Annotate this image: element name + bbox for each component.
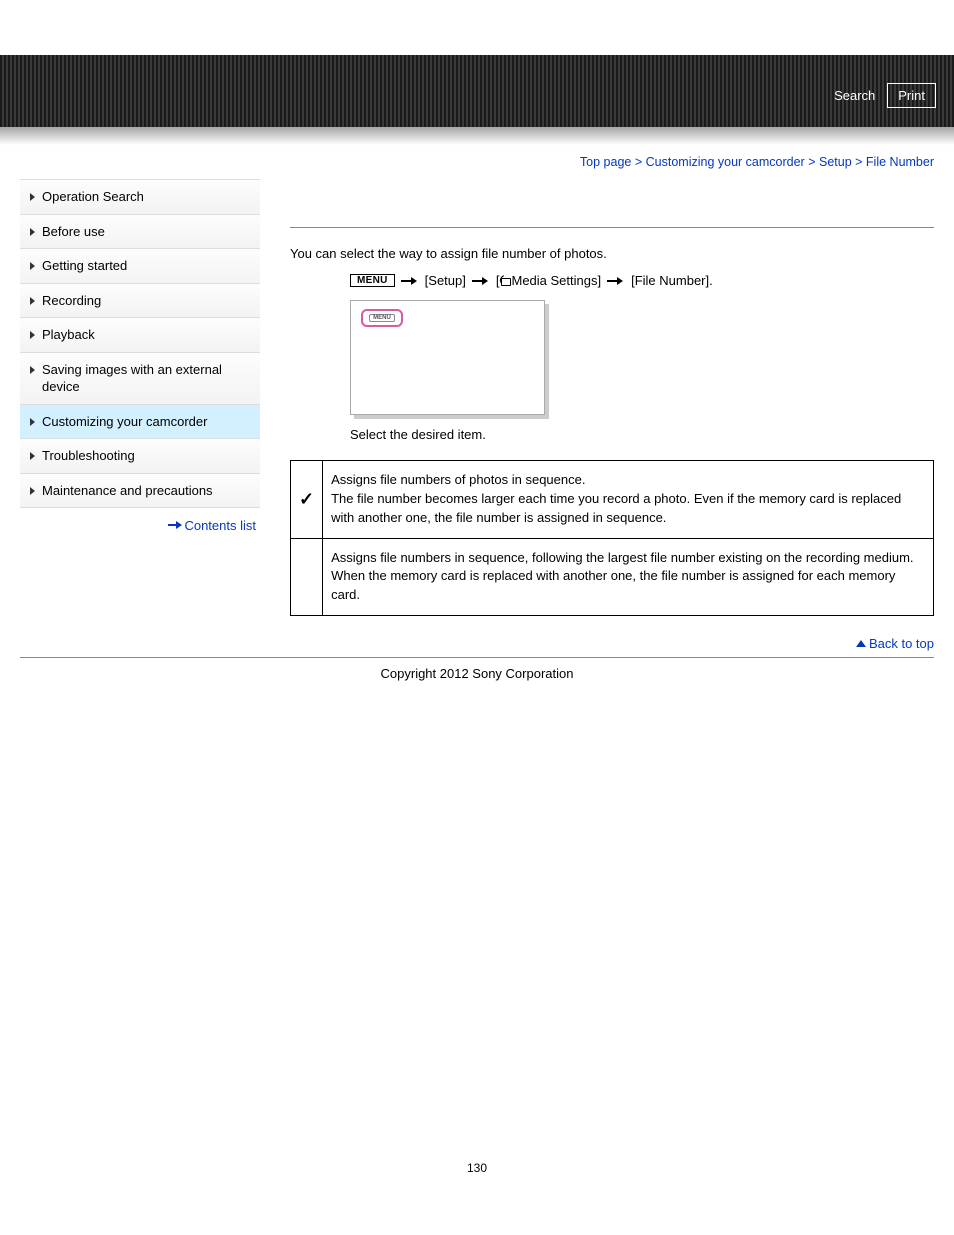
triangle-up-icon: [856, 640, 866, 647]
header-bar: Search Print: [0, 55, 954, 127]
arrow-right-icon: [472, 276, 490, 286]
page-number: 130: [0, 721, 954, 1195]
sidebar-item-playback[interactable]: Playback: [20, 318, 260, 353]
options-table: ✓ Assigns file numbers of photos in sequ…: [290, 460, 934, 616]
back-to-top-link[interactable]: Back to top: [869, 636, 934, 651]
sidebar-item-customizing[interactable]: Customizing your camcorder: [20, 405, 260, 440]
breadcrumb-current: File Number: [866, 155, 934, 169]
step-1: MENU [Setup] [Media Settings] [File Numb…: [290, 273, 934, 288]
path-file-number: [File Number].: [631, 273, 713, 288]
option-check-empty: [291, 538, 323, 616]
media-icon: [499, 276, 511, 286]
option-description: Assigns file numbers of photos in sequen…: [323, 461, 934, 539]
option-row: Assigns file numbers in sequence, follow…: [291, 538, 934, 616]
arrow-right-icon: [607, 276, 625, 286]
sidebar-item-maintenance[interactable]: Maintenance and precautions: [20, 474, 260, 509]
step-2: Select the desired item.: [290, 427, 934, 442]
option-description: Assigns file numbers in sequence, follow…: [323, 538, 934, 616]
intro-text: You can select the way to assign file nu…: [290, 246, 934, 261]
breadcrumb-top[interactable]: Top page: [580, 155, 631, 169]
sidebar-item-before-use[interactable]: Before use: [20, 215, 260, 250]
content: You can select the way to assign file nu…: [290, 179, 934, 616]
path-setup: [Setup]: [425, 273, 466, 288]
menu-chip-highlight: MENU: [361, 309, 403, 327]
sidebar-list: Operation Search Before use Getting star…: [20, 179, 260, 508]
copyright-text: Copyright 2012 Sony Corporation: [0, 658, 954, 721]
sidebar-item-getting-started[interactable]: Getting started: [20, 249, 260, 284]
sidebar-item-saving-images[interactable]: Saving images with an external device: [20, 353, 260, 405]
back-to-top-wrap: Back to top: [0, 636, 934, 651]
header-buttons: Search Print: [824, 83, 936, 108]
path-media: [Media Settings]: [496, 273, 601, 288]
contents-list-link-wrap: Contents list: [20, 508, 260, 533]
search-button[interactable]: Search: [824, 83, 877, 108]
header-shadow: [0, 127, 954, 145]
sidebar-item-operation-search[interactable]: Operation Search: [20, 180, 260, 215]
option-check-icon: ✓: [291, 461, 323, 539]
breadcrumb-sep: >: [808, 155, 819, 169]
breadcrumb-category[interactable]: Customizing your camcorder: [646, 155, 805, 169]
option-row: ✓ Assigns file numbers of photos in sequ…: [291, 461, 934, 539]
sidebar: Operation Search Before use Getting star…: [20, 179, 260, 616]
screen-illustration: MENU: [350, 300, 545, 415]
breadcrumb-sep: >: [635, 155, 646, 169]
print-button[interactable]: Print: [887, 83, 936, 108]
sidebar-item-recording[interactable]: Recording: [20, 284, 260, 319]
arrow-right-icon: [401, 276, 419, 286]
breadcrumb-sub[interactable]: Setup: [819, 155, 852, 169]
divider: [290, 227, 934, 228]
menu-chip-label: MENU: [369, 314, 395, 322]
breadcrumb-sep: >: [855, 155, 866, 169]
menu-button-icon: MENU: [350, 274, 395, 287]
path-media-label: Media Settings]: [511, 273, 601, 288]
contents-list-link[interactable]: Contents list: [184, 518, 256, 533]
arrow-right-icon: [168, 521, 182, 529]
sidebar-item-troubleshooting[interactable]: Troubleshooting: [20, 439, 260, 474]
menu-path: MENU [Setup] [Media Settings] [File Numb…: [350, 273, 934, 288]
